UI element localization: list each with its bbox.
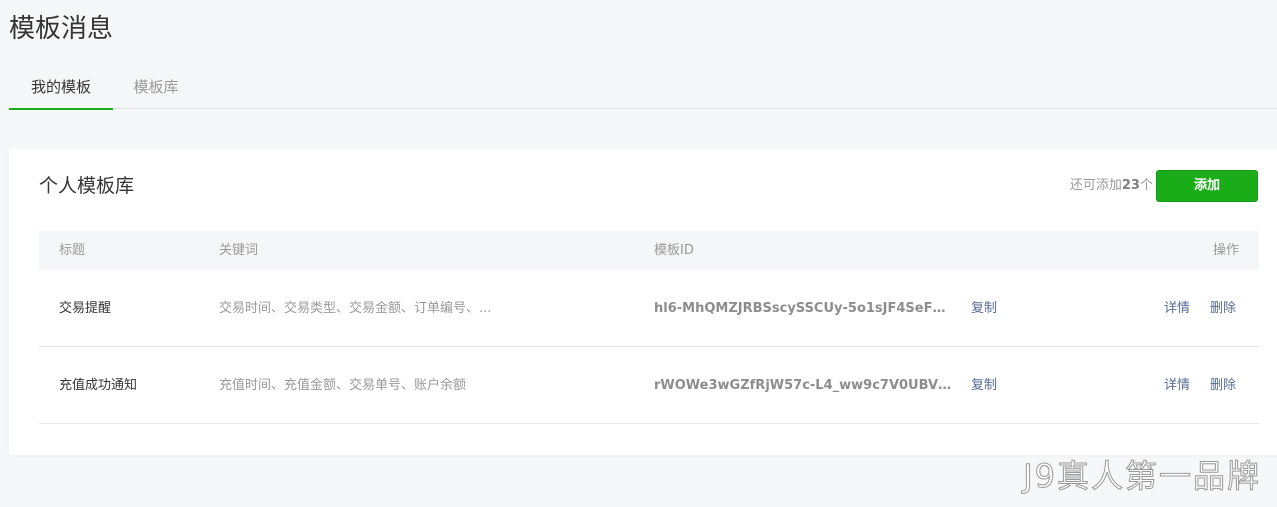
header-title: 标题 (59, 243, 86, 258)
header-template-id: 模板ID (654, 243, 694, 258)
tab-bar: 我的模板 模板库 (9, 66, 1277, 110)
detail-link[interactable]: 详情 (1164, 347, 1190, 424)
tab-my-templates[interactable]: 我的模板 (9, 66, 113, 110)
table-row: 交易提醒 交易时间、交易类型、交易金额、订单编号、... hl6-MhQMZJR… (39, 270, 1259, 347)
row-keywords: 充值时间、充值金额、交易单号、账户余额 (219, 378, 467, 393)
copy-id-link[interactable]: 复制 (971, 347, 997, 424)
quota-prefix: 还可添加 (1069, 178, 1122, 193)
page-title: 模板消息 (9, 14, 114, 44)
template-table: 标题 关键词 模板ID 操作 交易提醒 交易时间、交易类型、交易金额、订单编号、… (39, 231, 1259, 424)
header-keywords: 关键词 (219, 243, 259, 258)
table-header: 标题 关键词 模板ID 操作 (39, 231, 1259, 270)
table-row: 充值成功通知 充值时间、充值金额、交易单号、账户余额 rWOWe3wGZfRjW… (39, 347, 1259, 424)
row-template-id: hl6-MhQMZJRBSscySSCUy-5o1sJF4SeF3... (654, 301, 954, 316)
row-keywords: 交易时间、交易类型、交易金额、订单编号、... (219, 301, 492, 316)
tab-template-library[interactable]: 模板库 (113, 66, 199, 109)
remaining-quota: 还可添加23个 (1070, 177, 1153, 195)
header-operations: 操作 (1212, 243, 1239, 258)
personal-template-card: 个人模板库 还可添加23个 添加 标题 关键词 模板ID 操作 交易提醒 交易时… (9, 149, 1277, 455)
card-title: 个人模板库 (39, 175, 135, 197)
add-template-button[interactable]: 添加 (1156, 170, 1258, 202)
quota-count: 23 (1121, 178, 1140, 193)
watermark-text: J9真人第一品牌 (1023, 457, 1261, 496)
row-title: 交易提醒 (59, 301, 112, 316)
detail-link[interactable]: 详情 (1164, 270, 1190, 347)
delete-link[interactable]: 删除 (1210, 347, 1236, 424)
copy-id-link[interactable]: 复制 (971, 270, 997, 347)
row-template-id: rWOWe3wGZfRjW57c-L4_ww9c7V0UBVg7... (654, 378, 954, 393)
template-message-page: 模板消息 我的模板 模板库 个人模板库 还可添加23个 添加 标题 关键词 模板… (0, 0, 1277, 507)
quota-suffix: 个 (1139, 178, 1153, 193)
delete-link[interactable]: 删除 (1210, 270, 1236, 347)
row-title: 充值成功通知 (59, 378, 138, 393)
